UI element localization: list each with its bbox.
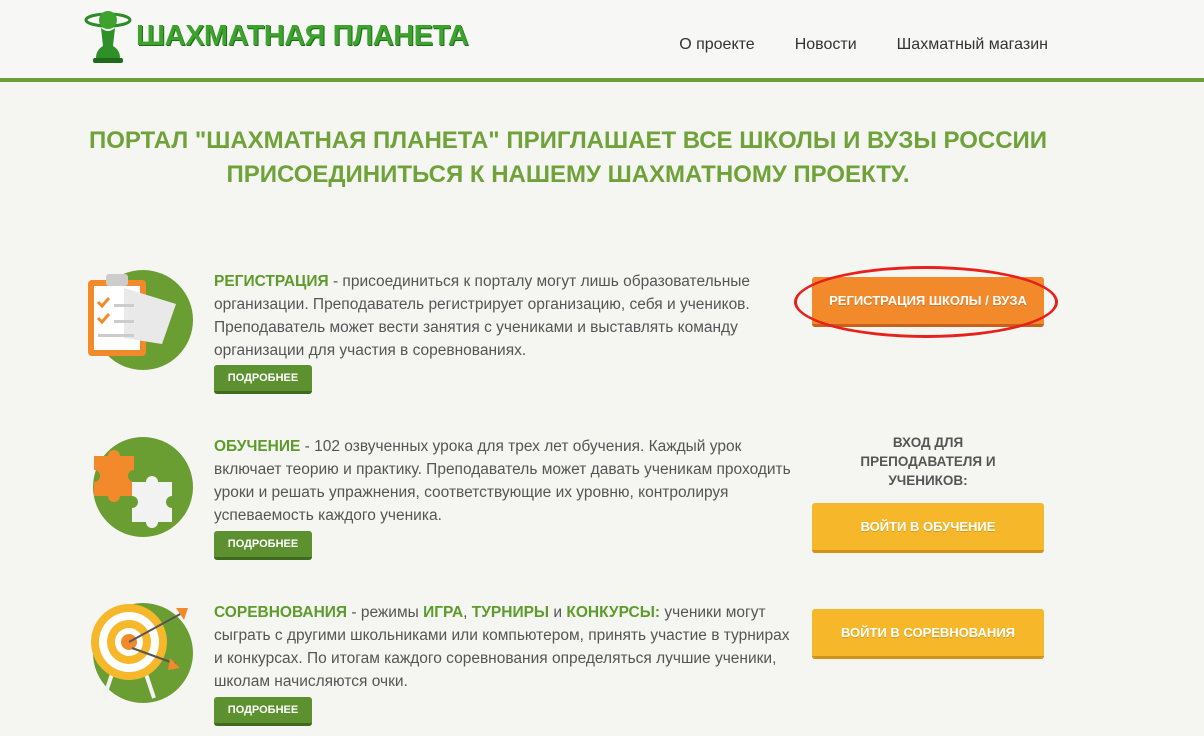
- competitions-more-button[interactable]: ПОДРОБНЕЕ: [214, 697, 312, 726]
- logo[interactable]: ШАХМАТНАЯ ПЛАНЕТА: [84, 6, 469, 66]
- mode-game: ИГРА: [423, 604, 464, 621]
- mode-tournaments: ТУРНИРЫ: [471, 604, 550, 621]
- puzzle-icon: [94, 450, 172, 528]
- site-header: ШАХМАТНАЯ ПЛАНЕТА О проекте Новости Шахм…: [0, 0, 1204, 82]
- headline-line-1: ПОРТАЛ "ШАХМАТНАЯ ПЛАНЕТА" ПРИГЛАШАЕТ ВС…: [88, 127, 1048, 154]
- mode-contests: КОНКУРСЫ:: [566, 604, 661, 621]
- learning-title: ОБУЧЕНИЕ: [214, 438, 301, 455]
- page-headline: ПОРТАЛ "ШАХМАТНАЯ ПЛАНЕТА" ПРИГЛАШАЕТ ВС…: [0, 124, 1136, 192]
- competitions-comma: ,: [463, 604, 472, 621]
- headline-line-2: ПРИСОЕДИНИТЬСЯ К НАШЕМУ ШАХМАТНОМУ ПРОЕК…: [226, 161, 910, 188]
- competitions-and: и: [549, 604, 567, 621]
- nav-about[interactable]: О проекте: [679, 36, 754, 54]
- registration-text: РЕГИСТРАЦИЯ - присоединиться к порталу м…: [214, 270, 794, 362]
- nav-news[interactable]: Новости: [795, 36, 857, 54]
- register-school-button[interactable]: РЕГИСТРАЦИЯ ШКОЛЫ / ВУЗА: [812, 277, 1044, 327]
- main-nav: О проекте Новости Шахматный магазин: [679, 36, 1048, 54]
- login-label: ВХОД ДЛЯ ПРЕПОДАВАТЕЛЯ И УЧЕНИКОВ:: [860, 435, 996, 488]
- learning-text: ОБУЧЕНИЕ - 102 озвученных урока для трех…: [214, 435, 794, 527]
- target-icon: [91, 604, 188, 699]
- registration-title: РЕГИСТРАЦИЯ: [214, 273, 329, 290]
- enter-learning-button[interactable]: ВОЙТИ В ОБУЧЕНИЕ: [812, 503, 1044, 553]
- nav-shop[interactable]: Шахматный магазин: [897, 36, 1048, 54]
- registration-more-button[interactable]: ПОДРОБНЕЕ: [214, 365, 312, 394]
- competitions-text: СОРЕВНОВАНИЯ - режимы ИГРА, ТУРНИРЫ и КО…: [214, 601, 794, 693]
- learning-description: - 102 озвученных урока для трех лет обуч…: [214, 438, 791, 524]
- chess-planet-icon: [84, 11, 132, 63]
- competitions-title: СОРЕВНОВАНИЯ: [214, 604, 348, 621]
- competitions-text-a: - режимы: [347, 604, 424, 621]
- enter-competitions-button[interactable]: ВОЙТИ В СОРЕВНОВАНИЯ: [812, 609, 1044, 659]
- learning-more-button[interactable]: ПОДРОБНЕЕ: [214, 531, 312, 560]
- brand-name: ШАХМАТНАЯ ПЛАНЕТА: [136, 19, 469, 52]
- clipboard-icon: [88, 274, 176, 356]
